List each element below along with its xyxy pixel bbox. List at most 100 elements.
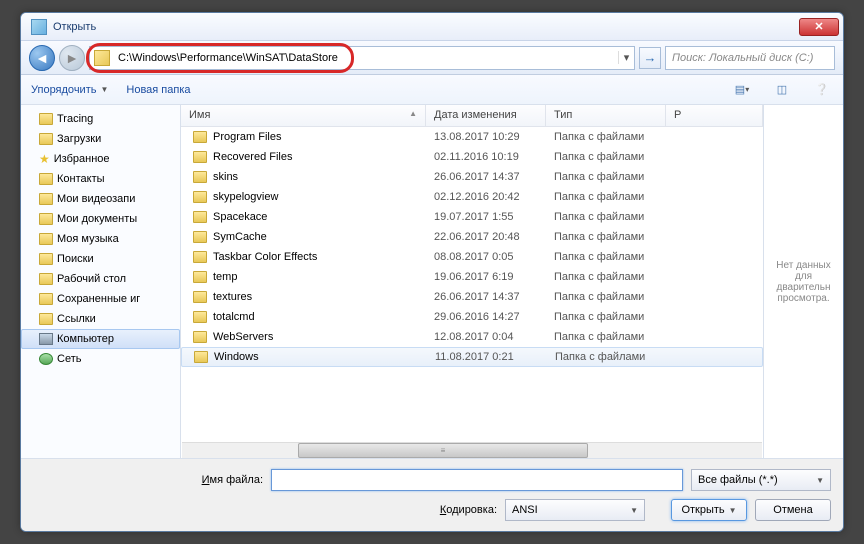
view-options-icon[interactable]: ▤ ▾	[731, 80, 753, 100]
filename-input[interactable]	[271, 469, 683, 491]
folder-icon	[39, 293, 53, 305]
search-input[interactable]: Поиск: Локальный диск (C:)	[665, 46, 835, 70]
tree-item[interactable]: Компьютер	[21, 329, 180, 349]
new-folder-button[interactable]: Новая папка	[126, 84, 190, 96]
file-name: SymCache	[213, 231, 267, 243]
filetype-combo[interactable]: Все файлы (*.*)▼	[691, 469, 831, 491]
file-date: 13.08.2017 10:29	[426, 131, 546, 143]
col-type: Тип	[546, 105, 666, 126]
horizontal-scrollbar[interactable]: ≡	[182, 442, 762, 458]
file-date: 02.12.2016 20:42	[426, 191, 546, 203]
file-type: Папка с файлами	[547, 351, 667, 363]
tree-item[interactable]: Мои видеозапи	[21, 189, 180, 209]
file-name: skypelogview	[213, 191, 278, 203]
col-name: Имя▲	[181, 105, 426, 126]
tree-label: Компьютер	[57, 333, 114, 345]
file-date: 19.06.2017 6:19	[426, 271, 546, 283]
forward-button[interactable]: ►	[59, 45, 85, 71]
close-button[interactable]: ✕	[799, 18, 839, 36]
tree-item[interactable]: Моя музыка	[21, 229, 180, 249]
file-type: Папка с файлами	[546, 191, 666, 203]
folder-icon	[193, 211, 207, 223]
tree-item[interactable]: Рабочий стол	[21, 269, 180, 289]
tree-item[interactable]: Мои документы	[21, 209, 180, 229]
help-icon[interactable]: ❔	[811, 80, 833, 100]
file-date: 08.08.2017 0:05	[426, 251, 546, 263]
tree-item[interactable]: Контакты	[21, 169, 180, 189]
tree-label: Мои документы	[57, 213, 137, 225]
file-list[interactable]: Program Files13.08.2017 10:29Папка с фай…	[181, 127, 763, 442]
folder-icon	[39, 213, 53, 225]
filename-label: Имя файла:	[33, 474, 263, 486]
file-name: Windows	[214, 351, 259, 363]
organize-button[interactable]: Упорядочить▼	[31, 84, 108, 96]
tree-item[interactable]: Загрузки	[21, 129, 180, 149]
col-size: Р	[666, 105, 763, 126]
file-row[interactable]: skins26.06.2017 14:37Папка с файлами	[181, 167, 763, 187]
file-type: Папка с файлами	[546, 311, 666, 323]
tree-item[interactable]: Tracing	[21, 109, 180, 129]
tree-item[interactable]: Поиски	[21, 249, 180, 269]
folder-icon	[39, 253, 53, 265]
titlebar: Открыть ✕	[21, 13, 843, 41]
file-row[interactable]: Spacekace19.07.2017 1:55Папка с файлами	[181, 207, 763, 227]
tree-label: Tracing	[57, 113, 93, 125]
file-row[interactable]: skypelogview 02.12.2016 20:42Папка с файл…	[181, 187, 763, 207]
file-type: Папка с файлами	[546, 291, 666, 303]
file-row[interactable]: SymCache22.06.2017 20:48Папка с файлами	[181, 227, 763, 247]
preview-pane-icon[interactable]: ◫	[771, 80, 793, 100]
file-type: Папка с файлами	[546, 331, 666, 343]
file-type: Папка с файлами	[546, 271, 666, 283]
file-row[interactable]: Recovered Files02.11.2016 10:19Папка с ф…	[181, 147, 763, 167]
file-row[interactable]: Taskbar Color Effects 08.08.2017 0:05Папк…	[181, 247, 763, 267]
open-button[interactable]: Открыть ▼	[671, 499, 747, 521]
file-row[interactable]: temp 19.06.2017 6:19Папка с файлами	[181, 267, 763, 287]
column-headers[interactable]: Имя▲ Дата изменения Тип Р	[181, 105, 763, 127]
address-dropdown-icon[interactable]: ▾	[618, 51, 634, 64]
file-name: totalcmd	[213, 311, 255, 323]
folder-icon	[193, 271, 207, 283]
file-row[interactable]: Program Files13.08.2017 10:29Папка с фай…	[181, 127, 763, 147]
tree-label: Мои видеозапи	[57, 193, 135, 205]
file-name: Taskbar Color Effects	[213, 251, 317, 263]
encoding-combo[interactable]: ANSI▼	[505, 499, 645, 521]
file-row[interactable]: textures26.06.2017 14:37Папка с файлами	[181, 287, 763, 307]
filename-label-text: мя файла:	[210, 474, 263, 486]
tree-label: Сохраненные иг	[57, 293, 140, 305]
file-type: Папка с файлами	[546, 251, 666, 263]
address-bar[interactable]: C:\Windows\Performance\WinSAT\DataStore …	[89, 46, 635, 70]
folder-icon	[94, 50, 110, 66]
file-name: skins	[213, 171, 238, 183]
file-date: 29.06.2016 14:27	[426, 311, 546, 323]
go-button[interactable]: →	[639, 47, 661, 69]
address-text[interactable]: C:\Windows\Performance\WinSAT\DataStore	[114, 52, 618, 64]
cancel-button[interactable]: Отмена	[755, 499, 831, 521]
file-row[interactable]: Windows11.08.2017 0:21Папка с файлами	[181, 347, 763, 367]
folder-icon	[193, 331, 207, 343]
file-name: textures	[213, 291, 252, 303]
file-row[interactable]: WebServers12.08.2017 0:04Папка с файлами	[181, 327, 763, 347]
network-icon	[39, 353, 53, 365]
file-row[interactable]: totalcmd 29.06.2016 14:27Папка с файлами	[181, 307, 763, 327]
folder-icon	[193, 291, 207, 303]
navbar: ◄ ► C:\Windows\Performance\WinSAT\DataSt…	[21, 41, 843, 75]
tree-item[interactable]: Сеть	[21, 349, 180, 369]
tree-item[interactable]: Ссылки	[21, 309, 180, 329]
folder-icon	[39, 133, 53, 145]
scrollbar-thumb[interactable]: ≡	[298, 443, 588, 458]
folder-icon	[39, 193, 53, 205]
folder-icon	[193, 151, 207, 163]
toolbar: Упорядочить▼ Новая папка ▤ ▾ ◫ ❔	[21, 75, 843, 105]
folder-icon	[193, 131, 207, 143]
back-button[interactable]: ◄	[29, 45, 55, 71]
tree-item[interactable]: ★Избранное	[21, 149, 180, 169]
file-date: 19.07.2017 1:55	[426, 211, 546, 223]
file-pane: Имя▲ Дата изменения Тип Р Program Files1…	[181, 105, 763, 458]
file-type: Папка с файлами	[546, 151, 666, 163]
file-name: temp	[213, 271, 237, 283]
folder-icon	[193, 251, 207, 263]
tree-item[interactable]: Сохраненные иг	[21, 289, 180, 309]
computer-icon	[39, 333, 53, 345]
file-name: Spacekace	[213, 211, 267, 223]
nav-tree[interactable]: Tracing Загрузки★ИзбранноеКонтакты Мои вид…	[21, 105, 181, 458]
